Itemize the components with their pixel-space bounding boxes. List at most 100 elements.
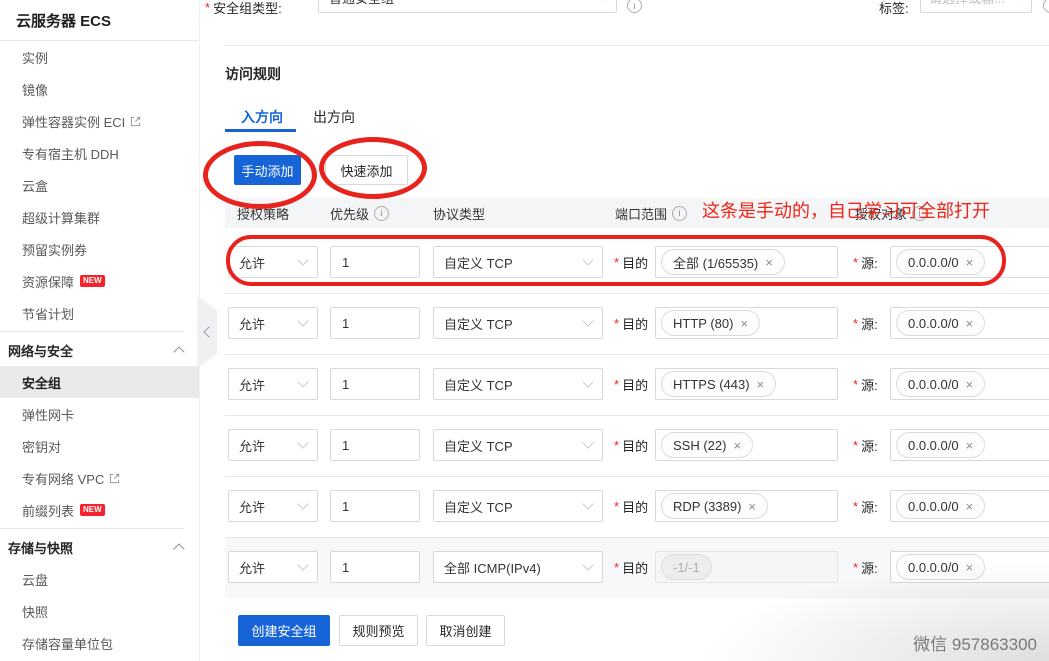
ecs-console-page: 云服务器 ECS 实例 镜像 弹性容器实例 ECI 专有宿主机 DDH 云盒 超…	[0, 0, 1049, 661]
priority-field[interactable]	[331, 247, 419, 277]
chevron-down-icon	[582, 376, 593, 387]
sidebar-item-security-groups[interactable]: 安全组	[0, 366, 199, 398]
remove-tag-icon[interactable]: ×	[740, 317, 748, 330]
info-icon[interactable]: i	[1043, 0, 1049, 13]
port-tag-field[interactable]: SSH (22)×	[655, 429, 838, 461]
sidebar-item-resource-assurance[interactable]: 资源保障 NEW	[0, 265, 199, 297]
destination-label: *目的	[614, 246, 648, 278]
source-tag-field[interactable]: 0.0.0.0/0×	[890, 429, 1049, 461]
source-label: *源:	[853, 246, 878, 278]
sidebar-item-storage-capacity-units[interactable]: 存储容量单位包	[0, 627, 199, 659]
create-security-group-button[interactable]: 创建安全组	[238, 615, 330, 646]
policy-select[interactable]: 允许	[228, 307, 318, 339]
remove-tag-icon[interactable]: ×	[966, 500, 974, 513]
row-divider	[225, 537, 1049, 538]
source-label: *源:	[853, 368, 878, 400]
manual-add-button[interactable]: 手动添加	[234, 155, 301, 185]
sidebar-title: 云服务器 ECS	[0, 0, 199, 41]
priority-field[interactable]	[331, 369, 419, 399]
remove-tag-icon[interactable]: ×	[733, 439, 741, 452]
source-tag-field[interactable]: 0.0.0.0/0×	[890, 307, 1049, 339]
sidebar-item-instances[interactable]: 实例	[0, 41, 199, 73]
protocol-select[interactable]: 自定义 TCP	[433, 368, 603, 400]
sidebar-item-snapshots[interactable]: 快照	[0, 595, 199, 627]
port-tag-field[interactable]: 全部 (1/65535)×	[655, 246, 838, 278]
sg-type-select[interactable]: 普通安全组	[318, 0, 617, 13]
tab-outbound[interactable]: 出方向	[313, 107, 355, 127]
remove-tag-icon[interactable]: ×	[966, 317, 974, 330]
priority-field[interactable]	[331, 491, 419, 521]
chevron-down-icon	[582, 437, 593, 448]
priority-field[interactable]	[331, 552, 419, 582]
sidebar-item-eni[interactable]: 弹性网卡	[0, 398, 199, 430]
priority-field[interactable]	[331, 308, 419, 338]
cancel-create-button[interactable]: 取消创建	[426, 615, 505, 646]
sidebar-item-vpc[interactable]: 专有网络 VPC	[0, 462, 199, 494]
access-rules-title: 访问规则	[225, 64, 281, 84]
info-icon[interactable]: i	[374, 206, 389, 221]
quick-add-button[interactable]: 快速添加	[325, 155, 408, 185]
sidebar-item-supercomputing[interactable]: 超级计算集群	[0, 201, 199, 233]
policy-select[interactable]: 允许	[228, 246, 318, 278]
sidebar-item-key-pairs[interactable]: 密钥对	[0, 430, 199, 462]
sidebar-item-eci[interactable]: 弹性容器实例 ECI	[0, 105, 199, 137]
policy-select[interactable]: 允许	[228, 490, 318, 522]
protocol-select[interactable]: 全部 ICMP(IPv4)	[433, 551, 603, 583]
destination-label: *目的	[614, 490, 648, 522]
remove-tag-icon[interactable]: ×	[748, 500, 756, 513]
sidebar-item-images[interactable]: 镜像	[0, 73, 199, 105]
chevron-down-icon	[582, 254, 593, 265]
active-tab-underline	[225, 129, 296, 132]
button-separator	[311, 163, 312, 177]
priority-field[interactable]	[331, 430, 419, 460]
sidebar-item-reserved-instances[interactable]: 预留实例券	[0, 233, 199, 265]
sidebar-item-disks[interactable]: 云盘	[0, 563, 199, 595]
column-policy: 授权策略	[237, 198, 289, 228]
source-tag-field[interactable]: 0.0.0.0/0×	[890, 368, 1049, 400]
policy-select[interactable]: 允许	[228, 429, 318, 461]
sidebar-item-savings-plan[interactable]: 节省计划	[0, 297, 199, 329]
sidebar-item-ddh[interactable]: 专有宿主机 DDH	[0, 137, 199, 169]
chevron-down-icon	[297, 437, 308, 448]
policy-select[interactable]: 允许	[228, 368, 318, 400]
info-icon[interactable]: i	[627, 0, 642, 13]
sidebar-section-storage[interactable]: 存储与快照	[0, 531, 199, 563]
remove-tag-icon[interactable]: ×	[966, 378, 974, 391]
protocol-select[interactable]: 自定义 TCP	[433, 429, 603, 461]
chevron-up-icon	[173, 346, 184, 357]
policy-select[interactable]: 允许	[228, 551, 318, 583]
sidebar-item-cloudbox[interactable]: 云盒	[0, 169, 199, 201]
remove-tag-icon[interactable]: ×	[966, 439, 974, 452]
remove-tag-icon[interactable]: ×	[966, 256, 974, 269]
rule-preview-button[interactable]: 规则预览	[339, 615, 418, 646]
tab-inbound[interactable]: 入方向	[241, 107, 283, 127]
source-tag-field[interactable]: 0.0.0.0/0×	[890, 551, 1049, 583]
protocol-select[interactable]: 自定义 TCP	[433, 307, 603, 339]
tag-select[interactable]: 请选择或输...	[920, 0, 1032, 13]
priority-input	[330, 368, 420, 400]
priority-input	[330, 551, 420, 583]
source-label: *源:	[853, 551, 878, 583]
port-tag-field[interactable]: RDP (3389)×	[655, 490, 838, 522]
remove-tag-icon[interactable]: ×	[757, 378, 765, 391]
destination-label: *目的	[614, 429, 648, 461]
destination-label: *目的	[614, 368, 648, 400]
source-tag-field[interactable]: 0.0.0.0/0×	[890, 246, 1049, 278]
port-tag-field[interactable]: HTTP (80)×	[655, 307, 838, 339]
protocol-select[interactable]: 自定义 TCP	[433, 490, 603, 522]
info-icon[interactable]: i	[672, 206, 687, 221]
remove-tag-icon[interactable]: ×	[966, 561, 974, 574]
source-tag-field[interactable]: 0.0.0.0/0×	[890, 490, 1049, 522]
external-link-icon	[130, 116, 141, 127]
port-tag-field[interactable]: HTTPS (443)×	[655, 368, 838, 400]
new-badge: NEW	[80, 504, 105, 516]
column-priority: 优先级i	[330, 198, 389, 228]
sidebar-section-network[interactable]: 网络与安全	[0, 334, 199, 366]
annotation-note: 这条是手动的，自己学习可全部打开	[702, 197, 990, 223]
source-label: *源:	[853, 490, 878, 522]
sidebar-divider	[0, 331, 184, 332]
sidebar-item-prefix-lists[interactable]: 前缀列表 NEW	[0, 494, 199, 526]
remove-tag-icon[interactable]: ×	[765, 256, 773, 269]
watermark-text: 微信 957863300	[913, 630, 1037, 655]
protocol-select[interactable]: 自定义 TCP	[433, 246, 603, 278]
